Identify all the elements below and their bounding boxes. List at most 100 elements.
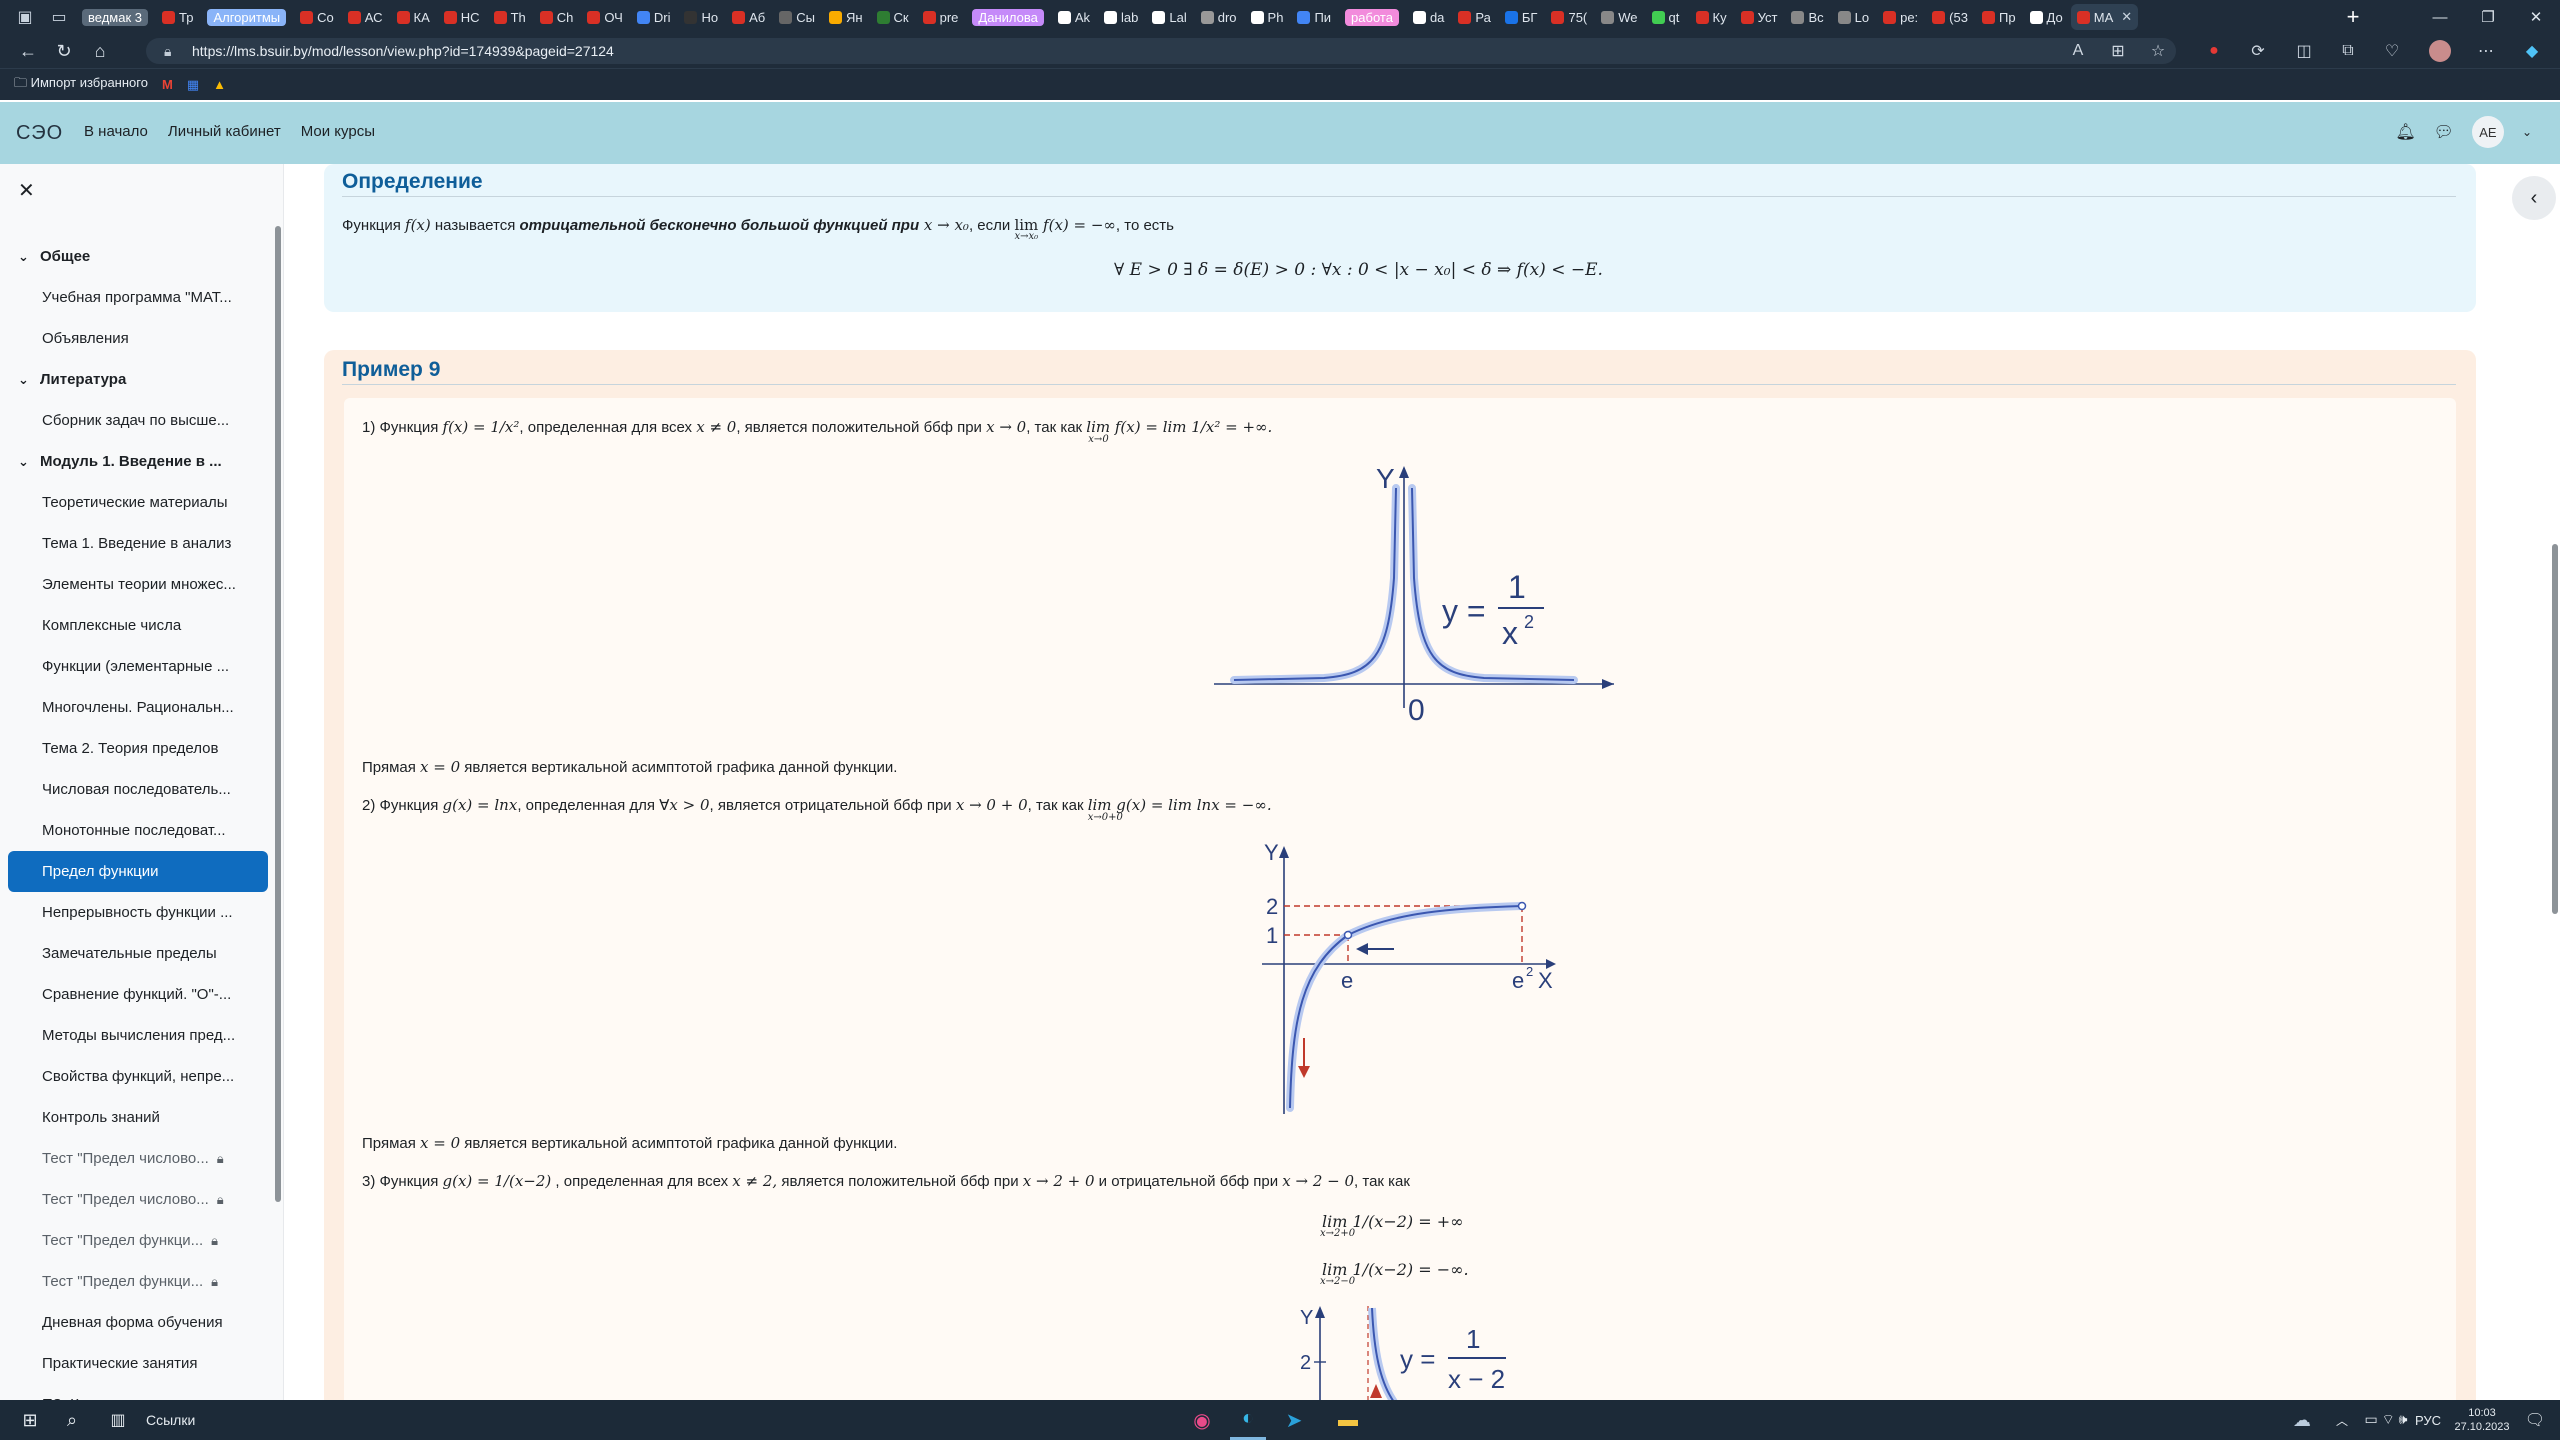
start-windows-icon[interactable]: ⊞ xyxy=(10,1400,50,1440)
sidebar-item[interactable]: Сравнение функций. "О"-... xyxy=(8,974,268,1015)
tab-group-label[interactable]: ведмак 3 xyxy=(82,8,148,26)
browser-tab[interactable]: lab xyxy=(1098,4,1144,30)
browser-essentials-icon[interactable]: ♡ xyxy=(2374,34,2410,68)
extension-icon[interactable]: ● xyxy=(2196,34,2232,68)
sidebar-item[interactable]: Практические занятия xyxy=(8,1343,268,1384)
chevron-down-icon[interactable]: ⌄ xyxy=(18,454,40,470)
messages-icon[interactable]: 💬︎ xyxy=(2434,122,2454,142)
sidebar-item[interactable]: Непрерывность функции ... xyxy=(8,892,268,933)
chrome-app-icon[interactable]: ◉ xyxy=(1184,1400,1220,1440)
browser-tab[interactable]: Уст xyxy=(1735,4,1784,30)
sidebar-item[interactable]: Тест "Предел числово... 🔒︎ xyxy=(8,1179,268,1220)
browser-tab[interactable]: АС xyxy=(342,4,389,30)
browser-tab[interactable]: МА ✕ xyxy=(2070,4,2139,30)
app-available-icon[interactable]: ⊞ xyxy=(2100,34,2136,68)
browser-tab[interactable]: qt xyxy=(1646,4,1688,30)
telegram-app-icon[interactable]: ➤ xyxy=(1276,1400,1312,1440)
sidebar-item[interactable]: Элементы теории множес... xyxy=(8,564,268,605)
read-aloud-icon[interactable]: A xyxy=(2060,34,2096,68)
browser-tab[interactable]: Co xyxy=(294,4,340,30)
refresh-icon[interactable]: ↻ xyxy=(46,34,82,68)
close-tab-icon[interactable]: ✕ xyxy=(2121,9,2132,25)
browser-tab[interactable]: Пи xyxy=(1291,4,1337,30)
browser-tab[interactable]: Ян xyxy=(823,4,869,30)
browser-tab[interactable]: До xyxy=(2024,4,2069,30)
close-sidebar-icon[interactable]: ✕ xyxy=(18,178,35,203)
browser-tab[interactable]: dro xyxy=(1195,4,1243,30)
search-icon[interactable]: ⌕ xyxy=(52,1400,92,1440)
drive-icon[interactable]: ▲ xyxy=(213,77,226,92)
browser-tab[interactable]: Th xyxy=(488,4,532,30)
lock-icon[interactable]: 🔒︎ xyxy=(164,38,171,64)
browser-tab[interactable]: Ку xyxy=(1690,4,1733,30)
browser-tab[interactable]: ОЧ xyxy=(581,4,629,30)
browser-tab[interactable]: pre xyxy=(917,4,965,30)
browser-tab[interactable]: Lal xyxy=(1146,4,1192,30)
sidebar-item[interactable]: Тема 1. Введение в анализ xyxy=(8,523,268,564)
sidebar-item[interactable]: Дневная форма обучения xyxy=(8,1302,268,1343)
copilot-icon[interactable]: ◆ xyxy=(2514,34,2550,68)
browser-tab[interactable]: Ch xyxy=(534,4,580,30)
browser-tab[interactable]: 75( xyxy=(1545,4,1593,30)
sidebar-section[interactable]: ⌄ Литература xyxy=(8,359,268,400)
split-screen-icon[interactable]: ◫ xyxy=(2286,34,2322,68)
browser-tab[interactable]: КА xyxy=(391,4,436,30)
user-avatar[interactable]: АЕ xyxy=(2471,116,2504,148)
gmail-icon[interactable]: M xyxy=(162,77,173,92)
browser-tab[interactable]: Ск xyxy=(871,4,915,30)
sidebar-item[interactable]: Тест "Предел числово... 🔒︎ xyxy=(8,1138,268,1179)
task-view-icon[interactable]: ▥ xyxy=(98,1400,138,1440)
show-hidden-icons-chevron-up-icon[interactable]: ︿ xyxy=(2330,1400,2354,1440)
main-scrollbar[interactable] xyxy=(2552,544,2558,914)
sidebar-item[interactable]: Объявления xyxy=(8,318,268,359)
sidebar-item[interactable]: Свойства функций, непре... xyxy=(8,1056,268,1097)
sidebar-scrollbar[interactable] xyxy=(275,226,281,1202)
tab-actions-icon[interactable]: ▭ xyxy=(42,2,76,32)
sidebar-item-active[interactable]: Предел функции xyxy=(8,851,268,892)
chevron-down-icon[interactable]: ⌄ xyxy=(18,249,40,265)
onedrive-cloud-icon[interactable]: ☁ xyxy=(2282,1400,2322,1440)
browser-tab[interactable]: Lo xyxy=(1832,4,1875,30)
collections-icon[interactable]: ⧉ xyxy=(2330,34,2366,68)
sidebar-item[interactable]: ПЗ. Комплексные числа xyxy=(8,1384,268,1400)
nav-my-courses[interactable]: Мои курсы xyxy=(301,123,375,140)
sidebar-item[interactable]: Сборник задач по высше... xyxy=(8,400,268,441)
url-field[interactable]: 🔒︎ https://lms.bsuir.by/mod/lesson/view.… xyxy=(146,38,2176,64)
sidebar-item[interactable]: Тест "Предел функци... 🔒︎ xyxy=(8,1220,268,1261)
browser-tab[interactable]: Ра xyxy=(1452,4,1496,30)
browser-tab[interactable]: Данилова xyxy=(966,4,1049,30)
browser-tab[interactable]: работа xyxy=(1339,4,1405,30)
browser-tab[interactable]: Dri xyxy=(631,4,677,30)
settings-more-icon[interactable]: ⋯ xyxy=(2468,34,2504,68)
browser-tab[interactable]: НС xyxy=(438,4,486,30)
tab-group-label[interactable]: работа xyxy=(1345,8,1399,26)
taskbar-links-label[interactable]: Ссылки xyxy=(146,1400,195,1440)
browser-tab[interactable]: (53 xyxy=(1926,4,1974,30)
browser-tab[interactable]: Вс xyxy=(1785,4,1829,30)
nav-dashboard[interactable]: Личный кабинет xyxy=(168,123,281,140)
browser-tab[interactable]: da xyxy=(1407,4,1450,30)
back-icon[interactable]: ← xyxy=(10,34,46,68)
sidebar-section[interactable]: ⌄ Общее xyxy=(8,236,268,277)
sidebar-item[interactable]: Учебная программа "МАТ... xyxy=(8,277,268,318)
browser-tab[interactable]: ведмак 3 xyxy=(76,4,154,30)
tab-group-label[interactable]: Данилова xyxy=(972,8,1044,26)
notifications-icon[interactable]: 🗨︎ xyxy=(2520,1400,2550,1440)
sync-icon[interactable]: ⟳ xyxy=(2240,34,2276,68)
sidebar-item[interactable]: Комплексные числа xyxy=(8,605,268,646)
sidebar-item[interactable]: Числовая последователь... xyxy=(8,769,268,810)
close-window-button[interactable]: ✕ xyxy=(2512,0,2560,34)
sidebar-item[interactable]: Методы вычисления пред... xyxy=(8,1015,268,1056)
input-language[interactable]: РУС xyxy=(2410,1400,2446,1440)
sidebar-item[interactable]: Функции (элементарные ... xyxy=(8,646,268,687)
browser-tab[interactable]: Сы xyxy=(773,4,821,30)
sidebar-item[interactable]: Многочлены. Рациональн... xyxy=(8,687,268,728)
browser-tab[interactable]: Но xyxy=(678,4,724,30)
open-block-drawer-chevron-left-icon[interactable]: ‹ xyxy=(2512,176,2556,220)
file-explorer-icon[interactable]: ▬ xyxy=(1330,1400,1366,1440)
browser-tab[interactable]: БГ xyxy=(1499,4,1544,30)
site-logo[interactable]: СЭО xyxy=(16,122,63,145)
sidebar-item[interactable]: Контроль знаний xyxy=(8,1097,268,1138)
import-favorites-link[interactable]: 🗀︎ Импорт избранного xyxy=(14,74,148,96)
notifications-bell-icon[interactable]: 🔔︎ xyxy=(2395,122,2415,142)
